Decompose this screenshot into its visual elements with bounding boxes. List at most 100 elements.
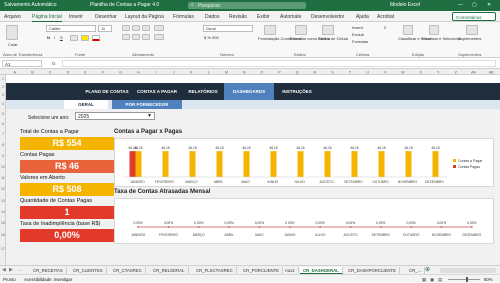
tab-layout[interactable]: Layout da Página xyxy=(125,14,164,20)
sheet-prev-icon[interactable]: ◀ xyxy=(2,267,6,273)
tab-acrobat[interactable]: Acrobat xyxy=(377,14,394,20)
bar-data-label: 46,15 xyxy=(134,146,142,150)
row-header[interactable]: 1 xyxy=(0,77,6,81)
accessibility-status[interactable]: Acessibilidade: investigar xyxy=(24,277,72,282)
more-sheets-icon[interactable]: … xyxy=(17,267,22,273)
font-color-icon[interactable] xyxy=(92,35,100,41)
tab-dados[interactable]: Dados xyxy=(205,14,219,20)
x-tick-label: OUTUBRO xyxy=(403,233,420,237)
cell-styles-icon[interactable] xyxy=(322,25,334,35)
subtab-por-fornecedor[interactable]: POR FORNECEDOR xyxy=(112,100,182,109)
zoom-slider-thumb[interactable] xyxy=(466,276,468,282)
subtab-geral[interactable]: GERAL xyxy=(64,100,108,109)
line-data-label: 0,00% xyxy=(224,221,233,225)
paste-icon[interactable] xyxy=(6,25,18,40)
horizontal-scrollbar[interactable] xyxy=(440,268,496,273)
bold-icon[interactable]: N xyxy=(47,35,50,40)
minimize-icon[interactable]: — xyxy=(458,2,463,8)
sheet-tab[interactable]: CR_CLIENTES xyxy=(70,267,107,274)
tab-pagina-inicial[interactable]: Página Inicial xyxy=(32,14,62,22)
nav-dashboards[interactable]: DASHBOARDS xyxy=(224,83,274,100)
nav-instrucoes[interactable]: INSTRUÇÕES xyxy=(274,83,320,100)
font-name-select[interactable]: Calibri xyxy=(46,25,96,32)
merge-center-icon[interactable] xyxy=(154,34,164,40)
column-header: T xyxy=(349,71,352,75)
year-value: 2025 xyxy=(78,114,90,120)
sheet-tab[interactable]: CR_DASHPORCLIENTE xyxy=(345,267,400,274)
formula-input[interactable] xyxy=(62,60,496,67)
nav-plano-contas[interactable]: PLANO DE CONTAS xyxy=(82,83,132,100)
zoom-slider[interactable] xyxy=(448,278,480,280)
sheet-tab[interactable]: CR_FLXCTASREC xyxy=(193,267,237,274)
align-bottom-icon[interactable] xyxy=(142,25,150,31)
chevron-down-icon[interactable]: ▼ xyxy=(147,113,152,119)
bar-data-label: 46,15 xyxy=(296,146,304,150)
sort-filter-icon[interactable] xyxy=(403,25,413,35)
comments-button[interactable]: Comentários xyxy=(452,12,496,21)
line-point xyxy=(379,226,382,228)
autosave-label[interactable]: Salvamento Automático xyxy=(4,2,57,8)
sheet-tab[interactable]: Aux1 xyxy=(282,267,299,274)
format-table-icon[interactable] xyxy=(295,25,307,35)
tab-arquivo[interactable]: Arquivo xyxy=(4,14,21,20)
bar-contas-a-pagar xyxy=(243,151,250,177)
bar-data-label: 46,15 xyxy=(269,146,277,150)
align-left-icon[interactable] xyxy=(122,34,130,40)
line-point xyxy=(137,226,140,228)
add-sheet-icon[interactable]: ⊕ xyxy=(425,266,430,273)
format-cells-button[interactable]: Formatar xyxy=(352,39,368,44)
sheet-tab-active[interactable]: CR_DASHGERAL xyxy=(300,267,343,274)
maximize-icon[interactable]: ▢ xyxy=(472,2,477,8)
title-bar: Salvamento Automático Planilha de Contas… xyxy=(0,0,500,11)
tab-desenhar[interactable]: Desenhar xyxy=(95,14,117,20)
tab-automate[interactable]: Automate xyxy=(280,14,301,20)
align-middle-icon[interactable] xyxy=(132,25,140,31)
bar-contas-a-pagar xyxy=(270,151,277,177)
italic-icon[interactable]: I xyxy=(54,35,55,40)
search-box[interactable]: ⌕ Pesquisar xyxy=(188,2,306,9)
sheet-tab[interactable]: CR_RELGERAL xyxy=(150,267,189,274)
sheet-tab[interactable]: CR_RECEITAS xyxy=(30,267,67,274)
currency-icon[interactable]: $ % 000 xyxy=(204,35,219,40)
addins-icon[interactable] xyxy=(466,25,478,35)
align-right-icon[interactable] xyxy=(142,34,150,40)
insert-cells-button[interactable]: Inserir xyxy=(352,25,363,30)
zoom-level: 60% xyxy=(484,276,493,282)
number-format-select[interactable]: Geral xyxy=(203,25,253,32)
tab-desenvolvedor[interactable]: Desenvolvedor xyxy=(311,14,344,20)
kpi-aberto-label: Valores em Aberto xyxy=(20,175,65,181)
bar-contas-a-pagar xyxy=(324,151,331,177)
borders-icon[interactable] xyxy=(70,35,78,41)
close-icon[interactable]: ✕ xyxy=(487,2,491,8)
wrap-text-icon[interactable] xyxy=(154,25,164,31)
year-select[interactable]: 2025 ▼ xyxy=(75,112,155,120)
align-center-icon[interactable] xyxy=(132,34,140,40)
sheet-next-icon[interactable]: ▶ xyxy=(9,267,13,273)
tab-exibir[interactable]: Exibir xyxy=(257,14,270,20)
bar-contas-a-pagar xyxy=(378,151,385,177)
fx-icon[interactable]: fx xyxy=(52,61,56,66)
user-name[interactable]: Modelo Excel xyxy=(390,2,420,8)
align-top-icon[interactable] xyxy=(122,25,130,31)
nav-relatorios[interactable]: RELATÓRIOS xyxy=(182,83,224,100)
dashboard-body: Selecione um ano: 2025 ▼ Total de Contas… xyxy=(6,109,500,267)
name-box[interactable]: A1 xyxy=(2,60,42,67)
find-select-icon[interactable] xyxy=(429,25,439,35)
tab-inserir[interactable]: Inserir xyxy=(69,14,83,20)
underline-icon[interactable]: S xyxy=(60,35,63,40)
sheet-tab[interactable]: CR_CTASREC xyxy=(110,267,146,274)
fill-color-icon[interactable] xyxy=(81,35,89,41)
delete-cells-button[interactable]: Excluir xyxy=(352,32,364,37)
nav-contas-pagar[interactable]: CONTAS A PAGAR xyxy=(132,83,182,100)
group-alignment: Alinhamento xyxy=(132,52,155,57)
group-addins: Suplementos xyxy=(458,52,482,57)
autosum-icon[interactable]: Σ xyxy=(384,25,386,30)
cond-format-icon[interactable] xyxy=(264,25,276,35)
tab-formulas[interactable]: Fórmulas xyxy=(173,14,194,20)
sheet-tab[interactable]: CR_... xyxy=(406,267,426,274)
tab-revisao[interactable]: Revisão xyxy=(229,14,247,20)
font-size-select[interactable]: 11 xyxy=(98,25,112,32)
sheet-tab[interactable]: CR_PORCLIENTE xyxy=(240,267,284,274)
tab-ajuda[interactable]: Ajuda xyxy=(356,14,369,20)
bar-data-label: 46,15 xyxy=(350,146,358,150)
